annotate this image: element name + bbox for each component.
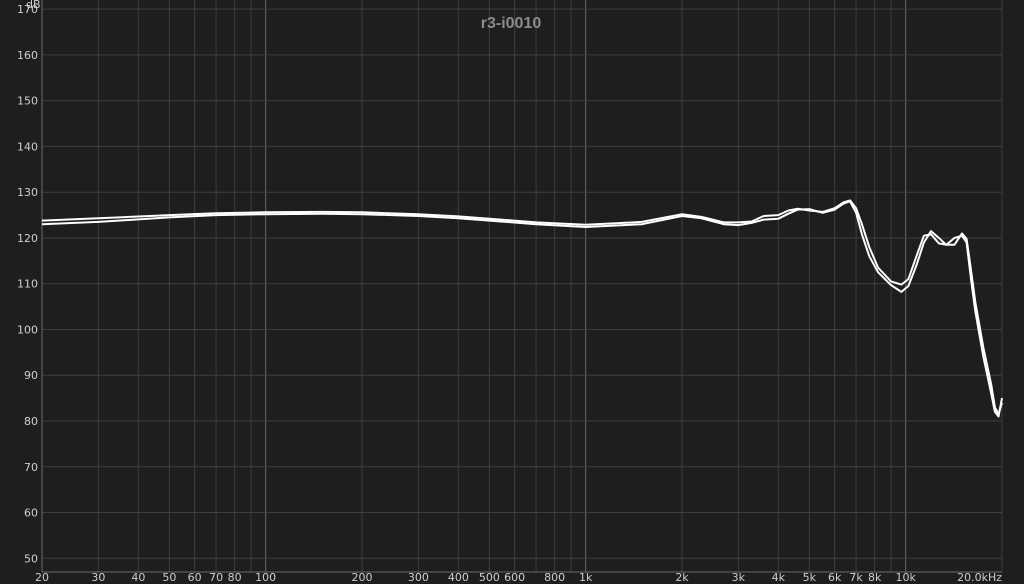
x-tick-label: 2k [675,571,689,584]
x-tick-label: 100 [255,571,276,584]
x-tick-label: 4k [772,571,786,584]
y-tick-label: 100 [17,323,38,336]
x-tick-label: 10k [895,571,916,584]
frequency-response-chart: 5060708090100110120130140150160170 20 30 4… [0,0,1024,584]
x-tick-label: 1k [579,571,593,584]
x-tick-label: 60 [188,571,202,584]
y-tick-label: 110 [17,278,38,291]
x-tick-label: 500 [479,571,500,584]
x-tick-label: 3k [732,571,746,584]
y-tick-label: 120 [17,232,38,245]
y-tick-label: 70 [24,461,38,474]
x-tick-label: 400 [448,571,469,584]
x-tick-label: 70 [209,571,223,584]
y-tick-label: 160 [17,49,38,62]
x-tick-label: 7k [849,571,863,584]
y-axis-label: dB [26,0,41,11]
y-tick-label: 50 [24,552,38,565]
x-tick-label: 200 [352,571,373,584]
y-tick-label: 90 [24,369,38,382]
x-tick-label: 40 [131,571,145,584]
x-tick-label: 50 [162,571,176,584]
x-tick-label: 20.0kHz [957,571,1002,584]
x-tick-label: 80 [228,571,242,584]
x-tick-label: 800 [544,571,565,584]
x-tick-label: 5k [803,571,817,584]
x-tick-label: 20 [35,571,49,584]
y-tick-label: 60 [24,507,38,520]
y-tick-label: 140 [17,140,38,153]
x-tick-label: 6k [828,571,842,584]
chart-title: r3-i0010 [481,15,542,32]
y-tick-label: 80 [24,415,38,428]
x-tick-label: 600 [504,571,525,584]
x-tick-label: 30 [91,571,105,584]
y-tick-label: 130 [17,186,38,199]
plot-background [0,0,1024,584]
y-tick-label: 150 [17,95,38,108]
x-tick-label: 300 [408,571,429,584]
x-tick-label: 8k [868,571,882,584]
